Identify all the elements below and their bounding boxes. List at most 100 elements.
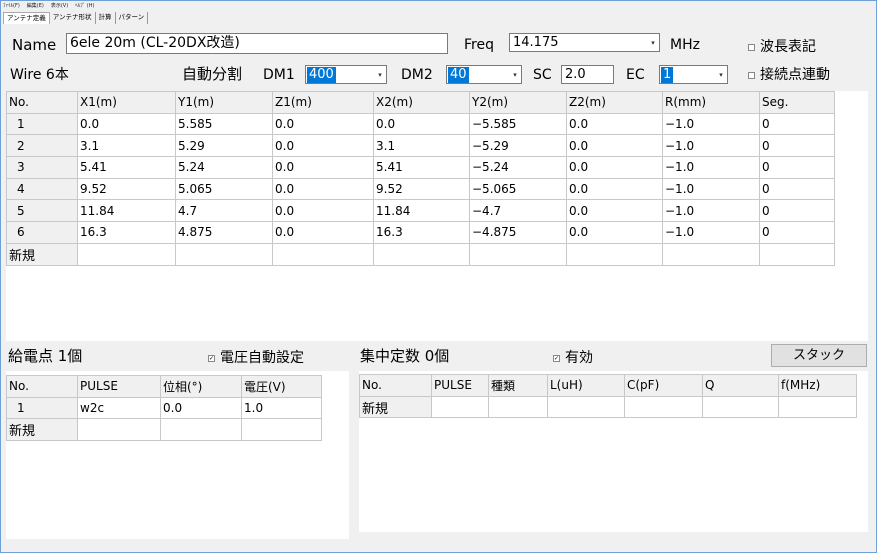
wire-cell[interactable]: −4.875 — [469, 221, 567, 244]
wire-cell[interactable]: 0 — [759, 177, 835, 201]
lumped-cell[interactable] — [431, 395, 489, 419]
wire-cell[interactable]: 0.0 — [566, 112, 663, 136]
dm1-combo[interactable]: 400 ▾ — [305, 65, 387, 84]
lumped-col-header[interactable]: 種類 — [488, 374, 548, 397]
chevron-down-icon[interactable]: ▾ — [647, 34, 659, 51]
wire-cell[interactable]: −1.0 — [662, 221, 760, 244]
wire-cell[interactable]: 0.0 — [566, 156, 663, 179]
wire-cell[interactable]: 0.0 — [566, 221, 663, 244]
wire-cell[interactable]: −1.0 — [662, 199, 760, 223]
lumped-col-header[interactable]: PULSE — [431, 374, 489, 397]
tab-pattern[interactable]: パターン — [115, 12, 149, 24]
wire-cell[interactable]: 4.7 — [175, 199, 273, 223]
feed-col-header[interactable]: No. — [6, 375, 78, 398]
wire-cell[interactable]: 0 — [759, 112, 835, 136]
wire-cell[interactable]: −1.0 — [662, 134, 760, 158]
feed-cell[interactable]: 0.0 — [160, 396, 242, 420]
lumped-new-row[interactable]: 新規 — [359, 395, 857, 419]
wire-cell[interactable]: 11.84 — [77, 199, 176, 223]
wire-new-row[interactable]: 新規 — [6, 242, 835, 266]
wire-cell[interactable]: 5.585 — [175, 112, 273, 136]
wire-cell[interactable]: 4.875 — [175, 221, 273, 244]
feed-new-row-label[interactable]: 新規 — [6, 418, 78, 442]
feed-new-row[interactable]: 新規 — [6, 418, 322, 442]
wire-cell[interactable] — [662, 242, 760, 266]
wire-cell[interactable] — [373, 242, 470, 266]
lumped-cell[interactable] — [702, 395, 779, 419]
checkbox-checked-icon[interactable]: ✓ — [553, 354, 560, 362]
wire-cell[interactable]: 5.065 — [175, 177, 273, 201]
junction-link-checkbox[interactable]: 接続点連動 — [748, 66, 830, 84]
wire-col-header[interactable]: Z2(m) — [566, 91, 663, 114]
wire-cell[interactable]: −1.0 — [662, 112, 760, 136]
wire-col-header[interactable]: Y2(m) — [469, 91, 567, 114]
menu-view[interactable]: 表示(V) — [51, 2, 68, 11]
lumped-cell[interactable] — [778, 395, 857, 419]
lumped-cell[interactable] — [488, 395, 548, 419]
feed-cell[interactable]: w2c — [77, 396, 161, 420]
wire-cell[interactable]: 9.52 — [373, 177, 470, 201]
wire-cell[interactable]: 3.1 — [77, 134, 176, 158]
checkbox-icon[interactable] — [748, 71, 755, 79]
lumped-col-header[interactable]: No. — [359, 374, 432, 397]
menu-help[interactable]: ﾍﾙﾌﾟ (H) — [75, 2, 94, 11]
wire-cell[interactable]: 16.3 — [77, 221, 176, 244]
wire-cell[interactable]: −5.29 — [469, 134, 567, 158]
enabled-checkbox[interactable]: ✓ 有効 — [553, 349, 593, 367]
wire-row[interactable]: 4 9.52 5.065 0.0 9.52 −5.065 0.0 −1.0 0 — [6, 177, 835, 201]
menu-edit[interactable]: 編集(E) — [27, 2, 44, 11]
lumped-cell[interactable] — [547, 395, 625, 419]
wire-col-header[interactable]: R(mm) — [662, 91, 760, 114]
wire-cell[interactable]: −5.585 — [469, 112, 567, 136]
feed-cell[interactable] — [241, 418, 322, 442]
menu-file[interactable]: ﾌｧｲﾙ(F) — [3, 2, 20, 11]
wire-cell[interactable]: 5.29 — [175, 134, 273, 158]
feed-cell[interactable]: 1.0 — [241, 396, 322, 420]
wire-cell[interactable]: 0.0 — [272, 134, 374, 158]
wire-cell[interactable]: 5.41 — [373, 156, 470, 179]
sc-input[interactable]: 2.0 — [561, 65, 614, 84]
wire-cell[interactable] — [566, 242, 663, 266]
wire-cell[interactable] — [175, 242, 273, 266]
wire-row[interactable]: 5 11.84 4.7 0.0 11.84 −4.7 0.0 −1.0 0 — [6, 199, 835, 223]
ec-combo[interactable]: 1 ▾ — [659, 65, 728, 84]
wire-cell[interactable]: −1.0 — [662, 156, 760, 179]
wire-cell[interactable]: 0.0 — [566, 134, 663, 158]
stack-button[interactable]: スタック — [771, 344, 867, 367]
wire-cell[interactable] — [77, 242, 176, 266]
wire-cell[interactable]: 0.0 — [566, 199, 663, 223]
wire-cell[interactable]: 11.84 — [373, 199, 470, 223]
lumped-col-header[interactable]: Q — [702, 374, 779, 397]
lumped-col-header[interactable]: L(uH) — [547, 374, 625, 397]
wire-cell[interactable] — [469, 242, 567, 266]
wire-cell[interactable]: 5.24 — [175, 156, 273, 179]
wire-cell[interactable]: 5.41 — [77, 156, 176, 179]
name-input[interactable]: 6ele 20m (CL-20DX改造) — [66, 33, 448, 54]
dm2-combo[interactable]: 40 ▾ — [446, 65, 522, 84]
lumped-col-header[interactable]: C(pF) — [624, 374, 703, 397]
wire-cell[interactable]: 0 — [759, 156, 835, 179]
feed-col-header[interactable]: 電圧(V) — [241, 375, 322, 398]
lumped-cell[interactable] — [624, 395, 703, 419]
wire-row[interactable]: 2 3.1 5.29 0.0 3.1 −5.29 0.0 −1.0 0 — [6, 134, 835, 158]
feed-col-header[interactable]: PULSE — [77, 375, 161, 398]
wire-cell[interactable]: −1.0 — [662, 177, 760, 201]
wire-cell[interactable]: 0.0 — [272, 221, 374, 244]
tab-antenna-shape[interactable]: アンテナ形状 — [49, 12, 96, 24]
wire-cell[interactable]: 0.0 — [272, 156, 374, 179]
wire-cell[interactable]: 0.0 — [272, 112, 374, 136]
tab-calculation[interactable]: 計算 — [95, 12, 116, 24]
wire-cell[interactable]: 0 — [759, 199, 835, 223]
lumped-col-header[interactable]: f(MHz) — [778, 374, 857, 397]
wire-cell[interactable]: 0.0 — [272, 177, 374, 201]
wire-col-header[interactable]: X1(m) — [77, 91, 176, 114]
wire-col-header[interactable]: No. — [6, 91, 78, 114]
feed-cell[interactable] — [77, 418, 161, 442]
wire-cell[interactable]: 0.0 — [272, 199, 374, 223]
freq-combo[interactable]: 14.175 ▾ — [509, 33, 660, 52]
auto-voltage-checkbox[interactable]: ✓ 電圧自動設定 — [208, 349, 304, 367]
lumped-new-row-label[interactable]: 新規 — [359, 395, 432, 419]
wire-cell[interactable]: 0 — [759, 134, 835, 158]
wire-new-row-label[interactable]: 新規 — [6, 242, 78, 266]
wire-cell[interactable]: −4.7 — [469, 199, 567, 223]
